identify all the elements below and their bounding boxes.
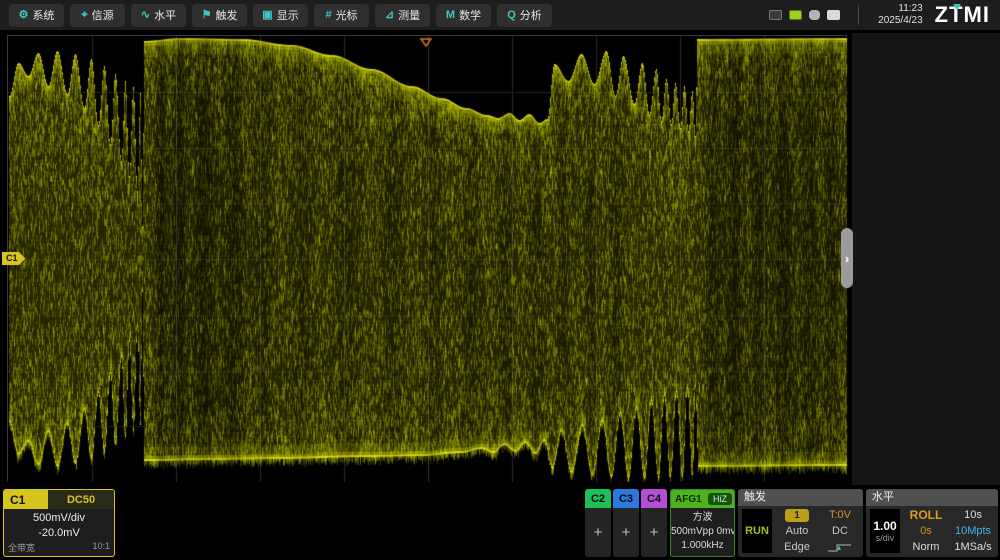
trigger-coupling: DC: [832, 524, 848, 538]
probe-icon: ⌖: [81, 10, 87, 21]
brand-text: ZTMI: [935, 2, 990, 27]
divider: [858, 5, 859, 25]
trigger-type: Edge: [784, 540, 810, 554]
trigger-panel[interactable]: 触发 RUN 1 Auto Edge T:0V DC: [738, 489, 863, 557]
afg-impedance-badge: HiZ: [708, 493, 732, 506]
menu-cursor-button[interactable]: # 光标: [314, 4, 369, 27]
channel3-add-button[interactable]: +: [613, 508, 639, 557]
menu-label: 数学: [459, 7, 481, 23]
waveform-canvas[interactable]: [8, 36, 848, 482]
horizontal-panel[interactable]: 水平 1.00 s/div ROLL 0s Norm 10s 10Mpts 1M…: [866, 489, 998, 557]
menu-label: 触发: [215, 7, 237, 23]
storage-status-icon[interactable]: [789, 10, 802, 20]
channel3-box[interactable]: C3 +: [613, 489, 639, 557]
horizontal-panel-title: 水平: [866, 489, 998, 506]
brand-logo: ZTMI: [935, 2, 990, 28]
trigger-mode: Auto: [786, 524, 809, 538]
brand-caret-icon: [953, 4, 961, 10]
menu-label: 水平: [154, 7, 176, 23]
time-window: 10s: [964, 508, 982, 522]
channel4-name: C4: [641, 489, 667, 508]
clock[interactable]: 11:23 2025/4/23: [867, 3, 923, 28]
channel4-add-button[interactable]: +: [641, 508, 667, 557]
channel1-box[interactable]: C1 DC50 500mV/div -20.0mV 全带宽 10:1: [3, 489, 115, 557]
screen-icon: ▣: [262, 10, 272, 21]
menu-math-button[interactable]: M 数学: [436, 4, 491, 27]
channel1-name: C1: [4, 490, 48, 509]
channel1-coupling: DC50: [48, 490, 114, 509]
menu-source-button[interactable]: ⌖ 信源: [70, 4, 125, 27]
graticule[interactable]: [7, 35, 847, 481]
status-cluster: 11:23 2025/4/23 ZTMI: [769, 0, 996, 30]
afg-frequency: 1.000kHz: [671, 539, 734, 553]
oscilloscope-screen: ⚙ 系统 ⌖ 信源 ∿ 水平 ⚑ 触发 ▣ 显示 # 光标: [0, 0, 1000, 560]
menu-label: 光标: [336, 7, 358, 23]
channel2-box[interactable]: C2 +: [585, 489, 611, 557]
side-panel-area: [852, 33, 1000, 485]
panel-expand-handle[interactable]: ›: [841, 228, 853, 288]
channel1-bandwidth: 全带宽: [8, 541, 35, 554]
top-menu-bar: ⚙ 系统 ⌖ 信源 ∿ 水平 ⚑ 触发 ▣ 显示 # 光标: [0, 0, 1000, 30]
channel1-offset: -20.0mV: [8, 527, 110, 539]
menu-measure-button[interactable]: ⊿ 测量: [375, 4, 430, 27]
menu-label: 显示: [277, 7, 299, 23]
sample-rate: 1MSa/s: [954, 540, 991, 554]
mouse-status-icon[interactable]: [809, 10, 820, 20]
angle-icon: ⊿: [385, 10, 394, 21]
time-text: 11:23: [867, 3, 923, 16]
channel4-box[interactable]: C4 +: [641, 489, 667, 557]
channel2-name: C2: [585, 489, 611, 508]
wave-icon: ∿: [141, 10, 150, 21]
channel1-scale: 500mV/div: [8, 512, 110, 524]
horizontal-mode: ROLL: [910, 508, 943, 522]
bottom-status-bar: C1 DC50 500mV/div -20.0mV 全带宽 10:1 C2 + …: [0, 487, 1000, 560]
afg-box[interactable]: AFG1 HiZ 方波 500mVpp 0mv 1.000kHz: [670, 489, 735, 557]
menu-label: 信源: [92, 7, 114, 23]
acquisition-state-cell: RUN: [742, 509, 772, 553]
memory-depth: 10Mpts: [955, 524, 991, 538]
trigger-panel-title: 触发: [738, 489, 863, 506]
math-icon: M: [446, 10, 455, 21]
acquisition-mode: Norm: [913, 540, 940, 554]
crosshatch-icon: #: [325, 10, 331, 21]
magnifier-icon: Q: [507, 10, 516, 21]
afg-name: AFG1: [675, 494, 708, 505]
timebase-scale: 1.00: [873, 520, 896, 533]
touch-status-icon[interactable]: [827, 10, 840, 20]
trigger-level: T:0V: [829, 508, 851, 522]
menu-analyze-button[interactable]: Q 分析: [497, 4, 552, 27]
menu-trigger-button[interactable]: ⚑ 触发: [192, 4, 247, 27]
channel1-probe-ratio: 10:1: [92, 541, 110, 554]
horizontal-position: 0s: [920, 524, 932, 538]
timebase-cell: 1.00 s/div: [870, 509, 900, 553]
menu-system-button[interactable]: ⚙ 系统: [9, 4, 64, 27]
display-area: C1 ›: [0, 30, 1000, 487]
edge-slope-icon: [827, 540, 853, 554]
timebase-unit: s/div: [876, 533, 895, 543]
menu-display-button[interactable]: ▣ 显示: [253, 4, 308, 27]
gear-icon: ⚙: [19, 10, 29, 21]
run-state: RUN: [745, 525, 769, 537]
display-status-icon[interactable]: [769, 10, 782, 20]
menu-label: 系统: [32, 7, 54, 23]
menu-label: 测量: [398, 7, 420, 23]
flag-icon: ⚑: [202, 10, 212, 21]
trigger-source-badge: 1: [785, 509, 809, 522]
date-text: 2025/4/23: [867, 15, 923, 28]
menu-label: 分析: [520, 7, 542, 23]
channel2-add-button[interactable]: +: [585, 508, 611, 557]
afg-amplitude: 500mVpp 0mv: [671, 525, 734, 539]
main-menu: ⚙ 系统 ⌖ 信源 ∿ 水平 ⚑ 触发 ▣ 显示 # 光标: [0, 4, 552, 27]
channel3-name: C3: [613, 489, 639, 508]
afg-waveform-type: 方波: [671, 511, 734, 525]
menu-horizontal-button[interactable]: ∿ 水平: [131, 4, 186, 27]
